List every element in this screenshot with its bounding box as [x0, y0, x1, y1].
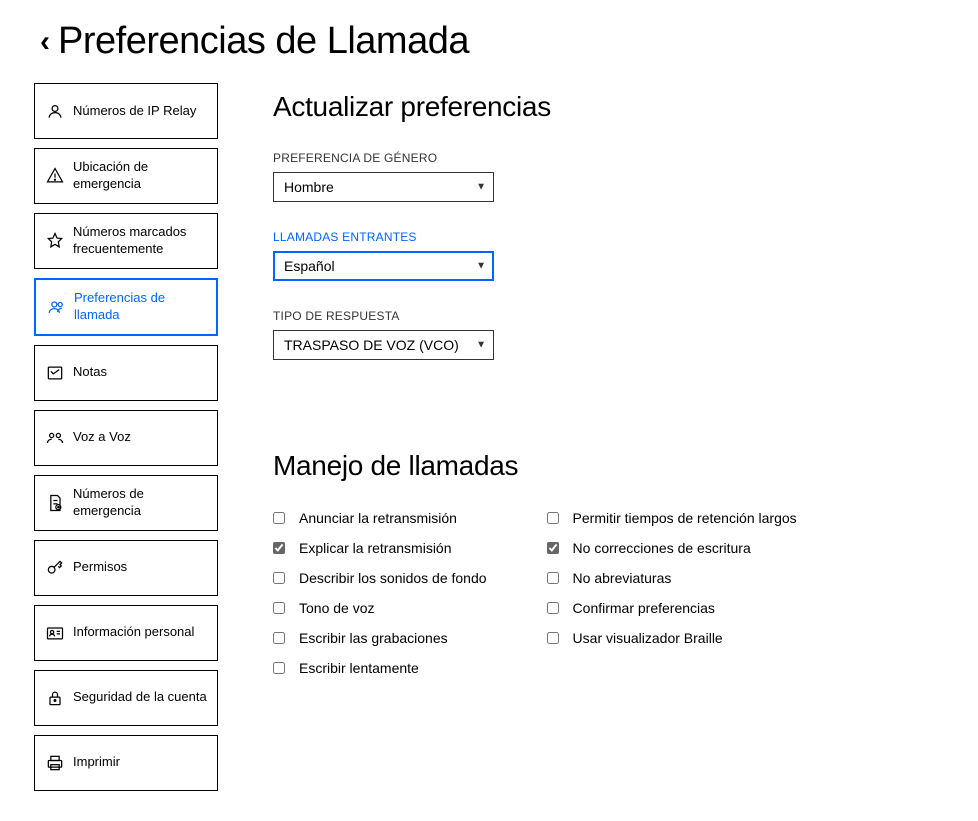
checkbox-input[interactable]	[547, 632, 559, 644]
checkbox-write-recordings[interactable]: Escribir las grabaciones	[273, 630, 487, 646]
field-gender: PREFERENCIA DE GÉNERO Hombre ▼	[273, 151, 948, 202]
checkbox-no-abbrev[interactable]: No abreviaturas	[547, 570, 797, 586]
checkbox-input[interactable]	[273, 632, 285, 644]
voice-icon	[45, 428, 65, 448]
sidebar-item-ip-relay[interactable]: Números de IP Relay	[34, 83, 218, 139]
checkbox-write-slowly[interactable]: Escribir lentamente	[273, 660, 487, 676]
sidebar-item-label: Imprimir	[73, 754, 207, 771]
checkbox-input[interactable]	[273, 512, 285, 524]
checkbox-input[interactable]	[547, 572, 559, 584]
sidebar-item-label: Seguridad de la cuenta	[73, 689, 207, 706]
sidebar-item-label: Números de emergencia	[73, 486, 207, 520]
star-icon	[45, 231, 65, 251]
checkbox-input[interactable]	[547, 542, 559, 554]
key-icon	[45, 558, 65, 578]
checkbox-label: Confirmar preferencias	[573, 600, 715, 616]
gender-select[interactable]: Hombre	[273, 172, 494, 202]
sidebar-item-label: Permisos	[73, 559, 207, 576]
id-icon	[45, 623, 65, 643]
people-icon	[46, 297, 66, 317]
sidebar-item-personal-info[interactable]: Información personal	[34, 605, 218, 661]
note-icon	[45, 363, 65, 383]
people-icon	[45, 101, 65, 121]
print-icon	[45, 753, 65, 773]
checkbox-label: Escribir lentamente	[299, 660, 419, 676]
checkbox-label: No abreviaturas	[573, 570, 672, 586]
sidebar-item-label: Números marcados frecuentemente	[73, 224, 207, 258]
checkbox-tone-of-voice[interactable]: Tono de voz	[273, 600, 487, 616]
checkbox-announce-relay[interactable]: Anunciar la retransmisión	[273, 510, 487, 526]
page-title: Preferencias de Llamada	[58, 20, 469, 63]
checkbox-confirm-prefs[interactable]: Confirmar preferencias	[547, 600, 797, 616]
page-header: ‹ Preferencias de Llamada	[0, 0, 978, 73]
checkbox-input[interactable]	[273, 602, 285, 614]
checkbox-input[interactable]	[273, 542, 285, 554]
field-answer-type: TIPO DE RESPUESTA TRASPASO DE VOZ (VCO) …	[273, 309, 948, 360]
checkbox-label: Describir los sonidos de fondo	[299, 570, 487, 586]
sidebar-item-voice-to-voice[interactable]: Voz a Voz	[34, 410, 218, 466]
sidebar-item-label: Ubicación de emergencia	[73, 159, 207, 193]
checkbox-label: Anunciar la retransmisión	[299, 510, 457, 526]
main-content: Actualizar preferencias PREFERENCIA DE G…	[273, 83, 948, 791]
checkbox-input[interactable]	[273, 572, 285, 584]
sidebar-item-label: Notas	[73, 364, 207, 381]
sidebar: Números de IP Relay Ubicación de emergen…	[34, 83, 218, 791]
checkbox-label: Escribir las grabaciones	[299, 630, 448, 646]
checkbox-column-1: Anunciar la retransmisión Explicar la re…	[273, 510, 487, 676]
sidebar-item-permissions[interactable]: Permisos	[34, 540, 218, 596]
checkbox-describe-sounds[interactable]: Describir los sonidos de fondo	[273, 570, 487, 586]
answer-type-label: TIPO DE RESPUESTA	[273, 309, 948, 323]
field-incoming: LLAMADAS ENTRANTES Español ▼	[273, 230, 948, 281]
warning-icon	[45, 166, 65, 186]
sidebar-item-frequent-numbers[interactable]: Números marcados frecuentemente	[34, 213, 218, 269]
checkbox-label: Permitir tiempos de retención largos	[573, 510, 797, 526]
checkbox-input[interactable]	[273, 662, 285, 674]
checkbox-braille[interactable]: Usar visualizador Braille	[547, 630, 797, 646]
sidebar-item-label: Voz a Voz	[73, 429, 207, 446]
sidebar-item-label: Información personal	[73, 624, 207, 641]
incoming-select[interactable]: Español	[273, 251, 494, 281]
sidebar-item-print[interactable]: Imprimir	[34, 735, 218, 791]
sidebar-item-notes[interactable]: Notas	[34, 345, 218, 401]
checkbox-input[interactable]	[547, 512, 559, 524]
checkbox-explain-relay[interactable]: Explicar la retransmisión	[273, 540, 487, 556]
checkbox-label: Tono de voz	[299, 600, 375, 616]
sidebar-item-account-security[interactable]: Seguridad de la cuenta	[34, 670, 218, 726]
sidebar-item-label: Preferencias de llamada	[74, 290, 206, 324]
checkbox-column-2: Permitir tiempos de retención largos No …	[547, 510, 797, 676]
checkbox-label: Explicar la retransmisión	[299, 540, 452, 556]
incoming-label: LLAMADAS ENTRANTES	[273, 230, 948, 244]
sidebar-item-emergency-numbers[interactable]: Números de emergencia	[34, 475, 218, 531]
checkbox-long-hold[interactable]: Permitir tiempos de retención largos	[547, 510, 797, 526]
checkbox-label: No correcciones de escritura	[573, 540, 751, 556]
checkbox-input[interactable]	[547, 602, 559, 614]
checkbox-label: Usar visualizador Braille	[573, 630, 723, 646]
lock-icon	[45, 688, 65, 708]
doc-icon	[45, 493, 65, 513]
answer-type-select[interactable]: TRASPASO DE VOZ (VCO)	[273, 330, 494, 360]
gender-label: PREFERENCIA DE GÉNERO	[273, 151, 948, 165]
back-button[interactable]: ‹	[40, 25, 50, 59]
sidebar-item-call-preferences[interactable]: Preferencias de llamada	[34, 278, 218, 336]
sidebar-item-label: Números de IP Relay	[73, 103, 207, 120]
sidebar-item-emergency-location[interactable]: Ubicación de emergencia	[34, 148, 218, 204]
section-title-handling: Manejo de llamadas	[273, 450, 948, 482]
checkbox-no-corrections[interactable]: No correcciones de escritura	[547, 540, 797, 556]
section-title-update: Actualizar preferencias	[273, 91, 948, 123]
